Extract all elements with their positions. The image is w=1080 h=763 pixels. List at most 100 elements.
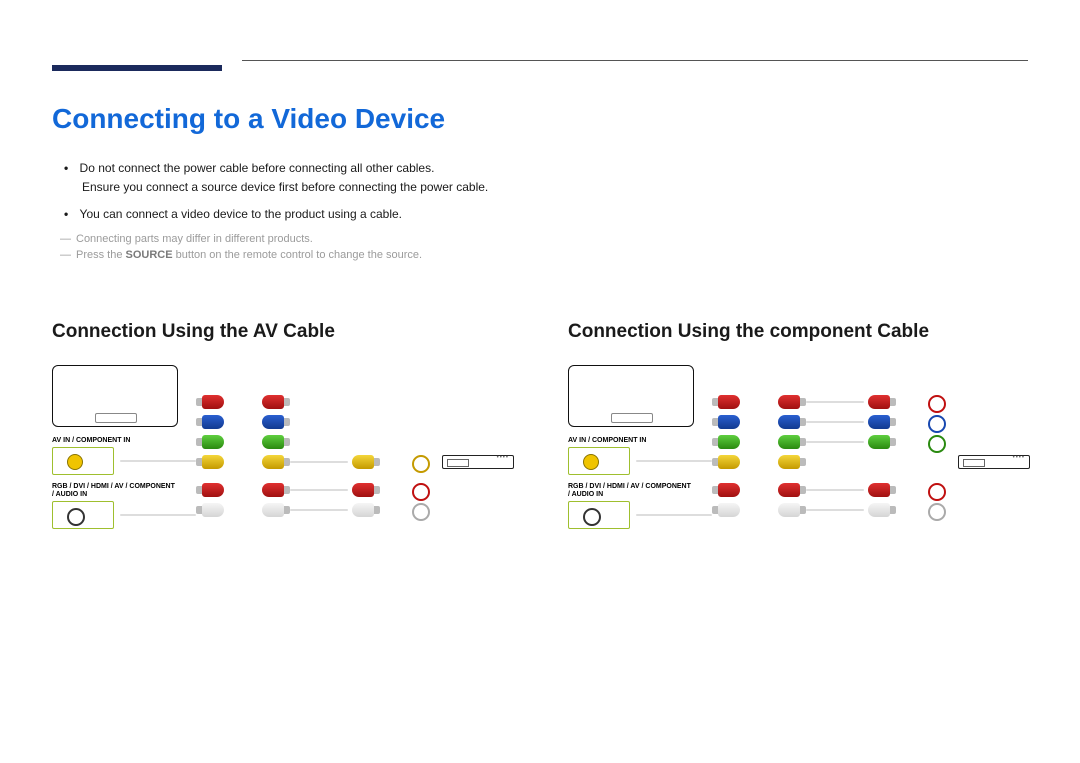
bullet-text: You can connect a video device to the pr… (80, 207, 402, 221)
plug-row (262, 415, 284, 429)
rca-plug-blue-icon (202, 415, 224, 429)
top-divider (242, 60, 1028, 61)
cable-line (806, 509, 864, 511)
plug-row (778, 503, 800, 517)
note-text: Connecting parts may differ in different… (76, 233, 313, 245)
rca-plug-white-icon (778, 503, 800, 517)
plug-row (718, 435, 740, 449)
section-tab (52, 65, 222, 71)
note-text-pre: Press the (76, 249, 126, 261)
rca-plug-red-icon (352, 483, 374, 497)
audio-jack-icon (583, 508, 601, 526)
rca-plug-red-icon (202, 483, 224, 497)
port-block-audio (568, 501, 630, 529)
cable-line (806, 401, 864, 403)
rca-plug-blue-icon (778, 415, 800, 429)
ring-green-icon (928, 435, 946, 453)
rca-plug-yellow-icon (718, 455, 740, 469)
rca-plug-red-icon (202, 395, 224, 409)
plug-row (202, 483, 224, 497)
plug-row (352, 503, 374, 517)
port-block-video (568, 447, 630, 475)
rca-plug-red-icon (262, 395, 284, 409)
cable-line (290, 509, 348, 511)
port-label-mid2: / AUDIO IN (52, 491, 87, 498)
plug-row (202, 415, 224, 429)
plug-row (718, 483, 740, 497)
plug-row (718, 503, 740, 517)
rca-plug-white-icon (352, 503, 374, 517)
cable-line (290, 461, 348, 463)
plug-row (778, 435, 800, 449)
ring-red-icon (928, 483, 946, 501)
rca-plug-red-icon (262, 483, 284, 497)
note-line: ―Connecting parts may differ in differen… (60, 233, 1028, 245)
note-text-post: button on the remote control to change t… (173, 249, 423, 261)
plug-row (262, 435, 284, 449)
plug-row (352, 455, 374, 469)
rca-plug-red-icon (718, 395, 740, 409)
ring-white-icon (412, 503, 430, 521)
cable-line (806, 489, 864, 491)
cable-line (290, 489, 348, 491)
left-column: Connection Using the AV Cable AV IN / CO… (52, 321, 522, 565)
plug-row (718, 455, 740, 469)
ring-white-icon (928, 503, 946, 521)
rca-plug-green-icon (202, 435, 224, 449)
subheading-component: Connection Using the component Cable (568, 321, 1038, 343)
bullet-subtext: Ensure you connect a source device first… (82, 178, 1028, 197)
rca-plug-white-icon (718, 503, 740, 517)
plug-row (352, 483, 374, 497)
plug-row (778, 415, 800, 429)
cable-line (636, 460, 712, 462)
rca-plug-green-icon (718, 435, 740, 449)
yellow-jack-icon (67, 454, 83, 470)
rca-plug-yellow-icon (778, 455, 800, 469)
rca-plug-green-icon (778, 435, 800, 449)
plug-row (202, 455, 224, 469)
rca-plug-red-icon (718, 483, 740, 497)
rca-plug-blue-icon (262, 415, 284, 429)
rca-plug-white-icon (202, 503, 224, 517)
note-strong: SOURCE (126, 249, 173, 261)
player-device-icon (958, 455, 1030, 469)
bullet-text: Do not connect the power cable before co… (80, 161, 435, 175)
rca-plug-red-icon (868, 395, 890, 409)
port-label-mid2: / AUDIO IN (568, 491, 603, 498)
port-label-top: AV IN / COMPONENT IN (52, 437, 130, 444)
rca-plug-blue-icon (868, 415, 890, 429)
subheading-av: Connection Using the AV Cable (52, 321, 522, 343)
monitor-icon (52, 365, 178, 427)
cable-line (120, 514, 196, 516)
port-label-top: AV IN / COMPONENT IN (568, 437, 646, 444)
bullet-list: Do not connect the power cable before co… (64, 159, 1028, 225)
plug-row (868, 483, 890, 497)
plug-row (202, 395, 224, 409)
rca-plug-yellow-icon (262, 455, 284, 469)
cable-line (636, 514, 712, 516)
port-label-mid1: RGB / DVI / HDMI / AV / COMPONENT (568, 483, 691, 490)
cable-line (806, 441, 864, 443)
av-diagram: AV IN / COMPONENT IN RGB / DVI / HDMI / … (52, 365, 522, 565)
rca-plug-yellow-icon (202, 455, 224, 469)
plug-row (868, 415, 890, 429)
plug-row (778, 483, 800, 497)
plug-row (868, 395, 890, 409)
plug-row (778, 395, 800, 409)
rca-plug-blue-icon (718, 415, 740, 429)
plug-row (778, 455, 800, 469)
plug-row (262, 395, 284, 409)
rca-plug-green-icon (868, 435, 890, 449)
rca-plug-white-icon (262, 503, 284, 517)
page-title: Connecting to a Video Device (52, 103, 1028, 135)
player-device-icon (442, 455, 514, 469)
port-label-mid1: RGB / DVI / HDMI / AV / COMPONENT (52, 483, 175, 490)
bullet-item: Do not connect the power cable before co… (64, 159, 1028, 197)
ring-red-icon (928, 395, 946, 413)
rca-plug-yellow-icon (352, 455, 374, 469)
port-block-video (52, 447, 114, 475)
plug-row (718, 415, 740, 429)
plug-row (868, 435, 890, 449)
rca-plug-red-icon (778, 395, 800, 409)
yellow-jack-icon (583, 454, 599, 470)
